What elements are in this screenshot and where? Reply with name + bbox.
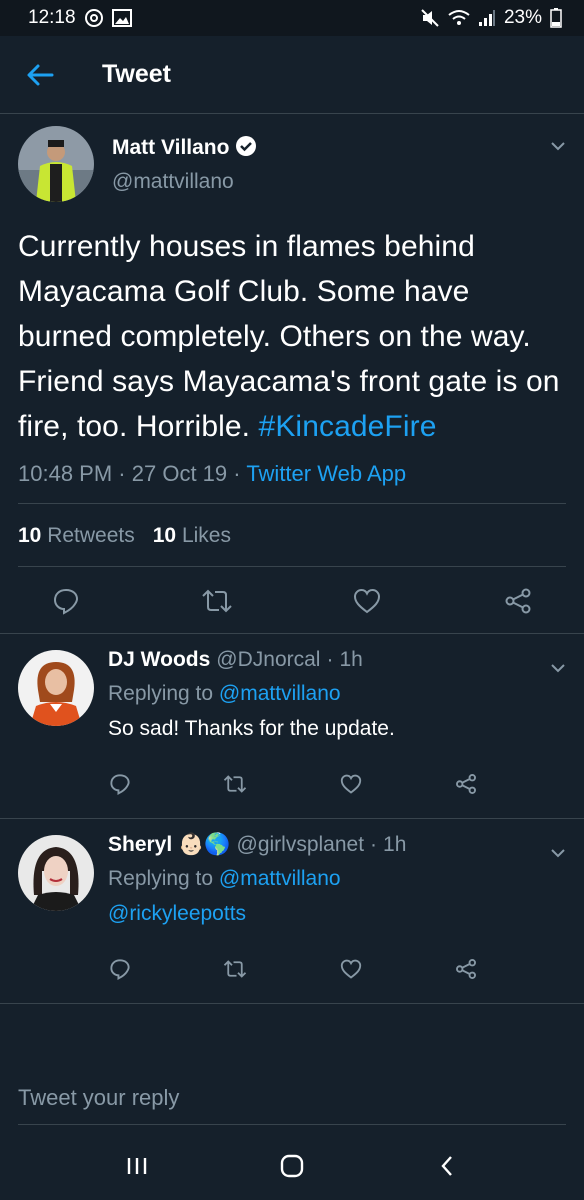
replying-to-prefix: Replying to (108, 682, 214, 705)
notification-at-icon (84, 8, 104, 28)
reply-author-name[interactable]: DJ Woods (108, 648, 210, 672)
page-title: Tweet (102, 60, 171, 88)
reply-author-handle[interactable]: @DJnorcal (216, 648, 320, 672)
home-icon[interactable] (272, 1146, 312, 1186)
replying-to: Replying to @mattvillano (108, 865, 566, 892)
reply-icon[interactable] (108, 957, 132, 981)
reply-input[interactable]: Tweet your reply (0, 1063, 584, 1133)
retweets-label: Retweets (47, 524, 135, 547)
reply-text: So sad! Thanks for the update. (108, 717, 395, 740)
share-icon[interactable] (502, 585, 534, 617)
app-bar: Tweet (0, 36, 584, 114)
author-name[interactable]: Matt Villano (112, 136, 229, 160)
tweet-text: Currently houses in flames behind Mayaca… (18, 224, 566, 449)
replying-to: Replying to @mattvillano (108, 680, 566, 707)
system-nav-bar (0, 1132, 584, 1200)
tweet-time: 10:48 PM (18, 461, 113, 486)
back-arrow-icon[interactable] (24, 59, 56, 91)
reply-author-handle[interactable]: @girlvsplanet (237, 833, 365, 857)
tweet-author: Matt Villano @mattvillano (18, 126, 566, 202)
share-icon[interactable] (454, 772, 478, 796)
retweet-icon[interactable] (223, 957, 247, 981)
author-handle[interactable]: @mattvillano (112, 170, 257, 194)
chevron-down-icon[interactable] (548, 658, 568, 678)
retweet-icon[interactable] (201, 585, 233, 617)
like-heart-icon[interactable] (339, 957, 363, 981)
retweet-icon[interactable] (223, 772, 247, 796)
replying-to-prefix: Replying to (108, 867, 214, 890)
verified-badge-icon (235, 135, 257, 162)
tweet-date: 27 Oct 19 (131, 461, 228, 486)
mute-icon (420, 8, 440, 28)
main-tweet: Matt Villano @mattvillano Currently hous… (0, 114, 584, 634)
emoji-badge: 👶🏻🌎 (178, 833, 231, 856)
mention-link[interactable]: @rickyleepotts (108, 900, 566, 927)
chevron-down-icon[interactable] (548, 136, 568, 156)
signal-icon (478, 9, 496, 27)
battery-icon (550, 8, 562, 28)
replying-to-link[interactable]: @mattvillano (219, 867, 341, 890)
reply-actions (108, 927, 478, 1003)
tweet-source-link[interactable]: Twitter Web App (246, 461, 406, 486)
recent-apps-icon[interactable] (117, 1146, 157, 1186)
meta-separator: · (118, 461, 126, 486)
reply-input-placeholder: Tweet your reply (18, 1085, 180, 1110)
retweets-stat[interactable]: 10 Retweets (18, 524, 135, 548)
input-underline (18, 1124, 566, 1125)
reply-author-name[interactable]: Sheryl (108, 833, 172, 857)
battery-percent: 23% (503, 7, 542, 28)
tweet-stats: 10 Retweets 10 Likes (18, 504, 566, 567)
wifi-icon (448, 9, 470, 27)
avatar[interactable] (18, 650, 94, 726)
reply-time: 1h (339, 648, 363, 671)
reply-actions (108, 742, 478, 818)
avatar[interactable] (18, 835, 94, 911)
likes-stat[interactable]: 10 Likes (153, 524, 231, 548)
reply-tweet[interactable]: DJ Woods @DJnorcal · 1h Replying to @mat… (0, 634, 584, 819)
gallery-icon (111, 9, 132, 27)
meta-separator: · (370, 833, 378, 856)
tweet-meta: 10:48 PM · 27 Oct 19 · Twitter Web App (18, 461, 566, 504)
hashtag-link[interactable]: #KincadeFire (259, 410, 437, 443)
status-bar: 12:18 23% (0, 0, 584, 36)
reply-icon[interactable] (108, 772, 132, 796)
system-back-icon[interactable] (427, 1146, 467, 1186)
replying-to-link[interactable]: @mattvillano (219, 682, 341, 705)
share-icon[interactable] (454, 957, 478, 981)
avatar[interactable] (18, 126, 94, 202)
chevron-down-icon[interactable] (548, 843, 568, 863)
meta-separator: · (326, 648, 334, 671)
retweets-count: 10 (18, 524, 42, 547)
reply-tweet[interactable]: Sheryl 👶🏻🌎 @girlvsplanet · 1h Replying t… (0, 819, 584, 1004)
reply-icon[interactable] (50, 585, 82, 617)
likes-label: Likes (181, 524, 231, 547)
tweet-actions (0, 567, 584, 634)
status-time: 12:18 (28, 7, 76, 28)
like-heart-icon[interactable] (339, 772, 363, 796)
meta-separator: · (233, 461, 241, 486)
likes-count: 10 (152, 524, 177, 547)
reply-time: 1h (383, 833, 407, 856)
like-heart-icon[interactable] (351, 585, 383, 617)
